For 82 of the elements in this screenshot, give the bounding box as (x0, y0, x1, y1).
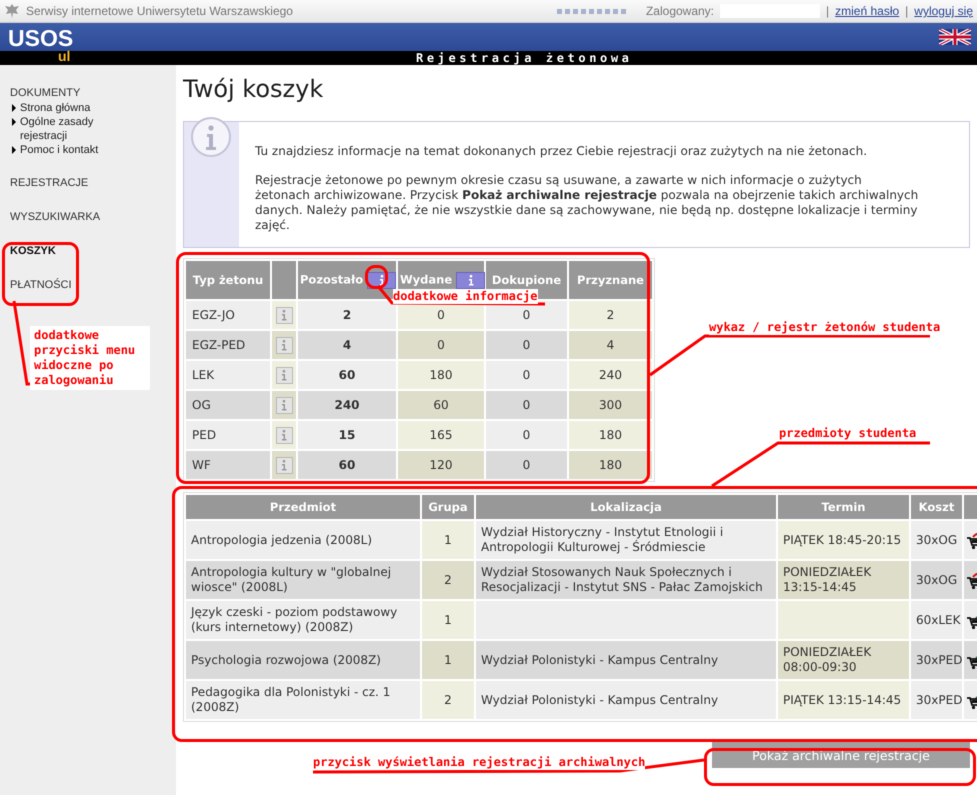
site-name: Serwisy internetowe Uniwersytetu Warszawskiego (26, 4, 293, 18)
column-header: Grupa (422, 495, 474, 519)
table-cell: 2 (298, 301, 396, 329)
table-cell: 120 (398, 451, 484, 479)
sidebar-item[interactable]: DOKUMENTY (10, 87, 176, 99)
group-cell: 1 (422, 641, 474, 679)
separator-text: | (905, 4, 908, 18)
token-type-cell: LEK (186, 361, 270, 389)
table-cell: 0 (486, 361, 567, 389)
table-cell: 240 (298, 391, 396, 419)
cost-cell: 60xLEK (911, 601, 962, 639)
course-cell: Język czeski - poziom podstawowy (kurs internetowy) (2008Z) (186, 601, 420, 639)
usos-logo-subtitle: ul (58, 48, 70, 64)
column-header: Typ żetonu (186, 261, 270, 299)
page-title: Twój koszyk (183, 75, 324, 103)
term-cell: PONIEDZIAŁEK 13:15-14:45 (778, 561, 909, 599)
column-header: Przedmiot (186, 495, 420, 519)
course-cell: Pedagogika dla Polonistyki - cz. 1 (2008Z) (186, 681, 420, 719)
table-cell: 180 (569, 421, 652, 449)
table-cell: 0 (486, 331, 567, 359)
token-type-cell: WF (186, 451, 270, 479)
token-type-cell: EGZ-JO (186, 301, 270, 329)
table-cell: 180 (569, 451, 652, 479)
table-cell: 300 (569, 391, 652, 419)
table-cell: 4 (298, 331, 396, 359)
table-cell: 60 (298, 361, 396, 389)
sidebar-subitem[interactable]: Pomoc i kontakt (20, 143, 100, 157)
table-cell: 0 (486, 391, 567, 419)
table-cell: 15 (298, 421, 396, 449)
annotation-label: wykaz / rejestr żetonów studenta (709, 320, 940, 335)
sidebar-subitem[interactable]: Ogólne zasady rejestracji (20, 115, 100, 143)
table-cell: 60 (398, 391, 484, 419)
group-cell: 1 (422, 601, 474, 639)
sidebar-item[interactable]: KOSZYK (10, 245, 176, 257)
location-cell: Wydział Polonistyki - Kampus Centralny (476, 681, 776, 719)
annotation-label: dodatkowe przyciski menu widoczne po zalogowaniu (30, 326, 150, 390)
top-link[interactable]: wyloguj się (914, 4, 973, 18)
column-header: Lokalizacja (476, 495, 776, 519)
term-cell: PIĄTEK 13:15-14:45 (778, 681, 909, 719)
info-text: Rejestracje żetonowe po pewnym okresie czasu są usuwane, a zawarte w nich informacje o zużytych żetonach archiwizowane. Przycisk Pokaż archiwalne rejestracje pozwala na obejrzenie takich archiwalnych danych. Należy pamiętać, że nie wszystkie dane są zachowywane, nie będą np. dostępne lokalizacje i terminy zajęć. (255, 173, 919, 233)
table-cell: 0 (486, 421, 567, 449)
sidebar-subitem[interactable]: Strona główna (20, 101, 100, 115)
table-cell: 2 (569, 301, 652, 329)
course-cell: Psychologia rozwojowa (2008Z) (186, 641, 420, 679)
sidebar-item[interactable]: PŁATNOŚCI (10, 279, 176, 291)
course-cell: Antropologia jedzenia (2008L) (186, 521, 420, 559)
column-header: Koszt (911, 495, 962, 519)
token-type-cell: OG (186, 391, 270, 419)
cost-cell: 30xOG (911, 561, 962, 599)
table-cell: 180 (398, 361, 484, 389)
group-cell: 2 (422, 681, 474, 719)
info-text: Tu znajdziesz informacje na temat dokonanych przez Ciebie rejestracji oraz zużytych na nie żetonach. (255, 144, 868, 159)
token-type-cell: EGZ-PED (186, 331, 270, 359)
logged-in-label: Zalogowany: (646, 4, 714, 18)
group-cell: 1 (422, 521, 474, 559)
sidebar-item[interactable]: WYSZUKIWARKA (10, 211, 176, 223)
term-cell: PIĄTEK 18:45-20:15 (778, 521, 909, 559)
column-header: Termin (778, 495, 909, 519)
table-cell: 4 (569, 331, 652, 359)
annotation-label: przedmioty studenta (779, 426, 916, 441)
cost-cell: 30xPED (911, 641, 962, 679)
table-cell: 0 (398, 331, 484, 359)
term-cell: PONIEDZIAŁEK 08:00-09:30 (778, 641, 909, 679)
cost-cell: 30xPED (911, 681, 962, 719)
annotation-label: dodatkowe informacje (393, 289, 538, 304)
separator-text: | (826, 4, 830, 18)
annotation-label: przycisk wyświetlania rejestracji archiwalnych (313, 755, 646, 770)
table-cell: 0 (486, 451, 567, 479)
table-cell: 165 (398, 421, 484, 449)
course-cell: Antropologia kultury w "globalnej wiosce" (2008L) (186, 561, 420, 599)
location-cell: Wydział Stosowanych Nauk Społecznych i Resocjalizacji - Instytut SNS - Pałac Zamojskich (476, 561, 776, 599)
sidebar-item[interactable]: REJESTRACJE (10, 177, 176, 189)
token-type-cell: PED (186, 421, 270, 449)
cost-cell: 30xOG (911, 521, 962, 559)
table-cell: 60 (298, 451, 396, 479)
group-cell: 2 (422, 561, 474, 599)
location-cell: Wydział Historyczny - Instytut Etnologii i Antropologii Kulturowej - Śródmiescie (476, 521, 776, 559)
location-cell: Wydział Polonistyki - Kampus Centralny (476, 641, 776, 679)
top-link[interactable]: zmień hasło (835, 4, 900, 18)
section-title: Rejestracja żetonowa (416, 51, 632, 65)
column-header: Przyznane (569, 261, 652, 299)
table-cell: 240 (569, 361, 652, 389)
